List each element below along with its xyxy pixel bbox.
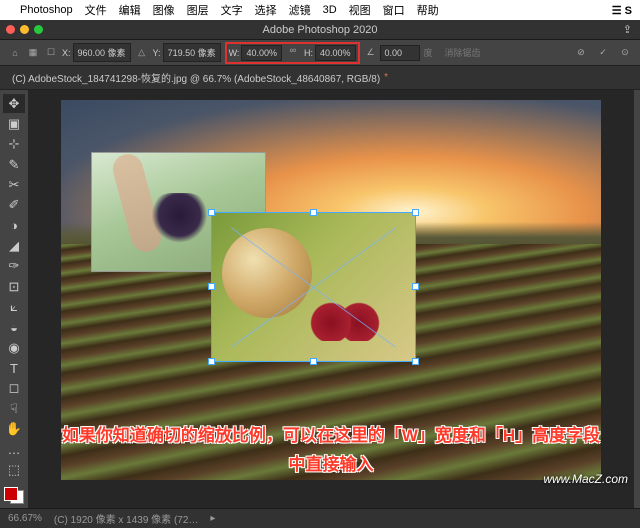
menu-edit[interactable]: 编辑 — [119, 2, 141, 18]
tool-hand[interactable]: ☟ — [3, 399, 25, 418]
right-panel-collapsed[interactable] — [634, 90, 640, 508]
tool-wand[interactable]: ✎ — [3, 155, 25, 174]
tool-shape[interactable]: ◻ — [3, 379, 25, 398]
menu-view[interactable]: 视图 — [349, 2, 371, 18]
angle-field[interactable]: ∠ 0.00 — [364, 45, 420, 61]
fg-color[interactable] — [4, 487, 18, 501]
options-bar: ⌂ ▦ ☐ X: 960.00 像素 △ Y: 719.50 像素 W: 40.… — [0, 40, 640, 66]
traffic-lights — [6, 25, 43, 34]
delta-icon[interactable]: △ — [135, 47, 149, 58]
share-icon[interactable]: ⇪ — [623, 23, 632, 36]
doc-tab[interactable]: (C) AdobeStock_184741298-恢复的.jpg @ 66.7%… — [12, 70, 380, 85]
tool-dodge[interactable]: ◒ — [3, 318, 25, 337]
h-input[interactable]: 40.00% — [315, 45, 356, 61]
w-field[interactable]: W: 40.00% — [229, 45, 282, 61]
checkbox-icon[interactable]: ☐ — [44, 47, 58, 58]
placed-image-wine[interactable] — [211, 212, 416, 362]
menu-image[interactable]: 图像 — [153, 2, 175, 18]
deg-label: 度 — [424, 46, 433, 59]
cancel-icon[interactable]: ⊘ — [574, 47, 588, 58]
tool-gradient[interactable]: ⟀ — [3, 297, 25, 316]
tool-lasso[interactable]: ⊹ — [3, 135, 25, 154]
commit-icon[interactable]: ✓ — [596, 47, 610, 58]
tool-eraser[interactable]: ⊡ — [3, 277, 25, 296]
x-field[interactable]: X: 960.00 像素 — [62, 43, 131, 62]
tool-heal[interactable]: ◑ — [3, 216, 25, 235]
tool-zoom[interactable]: ✋ — [3, 420, 25, 439]
menu-3d[interactable]: 3D — [323, 4, 337, 16]
menu-layer[interactable]: 图层 — [187, 2, 209, 18]
h-field[interactable]: H: 40.00% — [304, 45, 356, 61]
doc-info[interactable]: (C) 1920 像素 x 1439 像素 (72… — [54, 511, 199, 526]
minimize-button[interactable] — [20, 25, 29, 34]
menu-window[interactable]: 窗口 — [383, 2, 405, 18]
system-menubar: Photoshop 文件 编辑 图像 图层 文字 选择 滤镜 3D 视图 窗口 … — [0, 0, 640, 20]
search-icon[interactable]: ⊙ — [618, 47, 632, 58]
ref-point-icon[interactable]: ▦ — [26, 47, 40, 58]
angle-input[interactable]: 0.00 — [380, 45, 420, 61]
window-titlebar: Adobe Photoshop 2020 ⇪ — [0, 20, 640, 40]
x-input[interactable]: 960.00 像素 — [73, 43, 131, 62]
window-title: Adobe Photoshop 2020 — [263, 24, 378, 36]
canvas-area[interactable]: 如果你知道确切的缩放比例，可以在这里的「W」宽度和「H」高度字段 中直接输入 w… — [28, 90, 634, 508]
color-swatches[interactable] — [4, 487, 24, 505]
menu-type[interactable]: 文字 — [221, 2, 243, 18]
menu-filter[interactable]: 滤镜 — [289, 2, 311, 18]
wh-highlight: W: 40.00% ∞ H: 40.00% — [225, 42, 360, 64]
tool-eyedropper[interactable]: ✐ — [3, 196, 25, 215]
info-chevron-icon[interactable]: ▸ — [210, 513, 215, 524]
workspace: ✥ ▣ ⊹ ✎ ✂ ✐ ◑ ◢ ✑ ⊡ ⟀ ◒ ◉ T ◻ ☟ ✋ … ⬚ — [0, 90, 640, 508]
tool-stamp[interactable]: ✑ — [3, 257, 25, 276]
menu-file[interactable]: 文件 — [85, 2, 107, 18]
tool-brush[interactable]: ◢ — [3, 236, 25, 255]
tool-more[interactable]: … — [3, 440, 25, 459]
tool-move[interactable]: ✥ — [3, 94, 25, 113]
doc-tabbar: (C) AdobeStock_184741298-恢复的.jpg @ 66.7%… — [0, 66, 640, 90]
zoom-level[interactable]: 66.67% — [8, 513, 42, 524]
y-input[interactable]: 719.50 像素 — [163, 43, 221, 62]
menu-help[interactable]: 帮助 — [417, 2, 439, 18]
angle-icon: ∠ — [364, 47, 378, 58]
tool-edit-toolbar[interactable]: ⬚ — [3, 460, 25, 479]
menubar-right[interactable]: ☰ S — [612, 4, 632, 17]
document-canvas[interactable] — [61, 100, 601, 480]
w-input[interactable]: 40.00% — [241, 45, 282, 61]
y-field[interactable]: Y: 719.50 像素 — [153, 43, 221, 62]
tool-type[interactable]: T — [3, 358, 25, 377]
tool-crop[interactable]: ✂ — [3, 175, 25, 194]
maximize-button[interactable] — [34, 25, 43, 34]
link-icon[interactable]: ∞ — [286, 45, 300, 61]
antialias-label[interactable]: 消除锯齿 — [445, 46, 481, 59]
menu-select[interactable]: 选择 — [255, 2, 277, 18]
tool-pen[interactable]: ◉ — [3, 338, 25, 357]
watermark: www.MacZ.com — [543, 472, 628, 486]
home-icon[interactable]: ⌂ — [8, 48, 22, 58]
status-bar: 66.67% (C) 1920 像素 x 1439 像素 (72… ▸ — [0, 508, 640, 528]
tool-marquee[interactable]: ▣ — [3, 114, 25, 133]
tool-panel: ✥ ▣ ⊹ ✎ ✂ ✐ ◑ ◢ ✑ ⊡ ⟀ ◒ ◉ T ◻ ☟ ✋ … ⬚ — [0, 90, 28, 508]
close-button[interactable] — [6, 25, 15, 34]
dirty-indicator: * — [384, 72, 388, 83]
menu-photoshop[interactable]: Photoshop — [20, 4, 73, 16]
